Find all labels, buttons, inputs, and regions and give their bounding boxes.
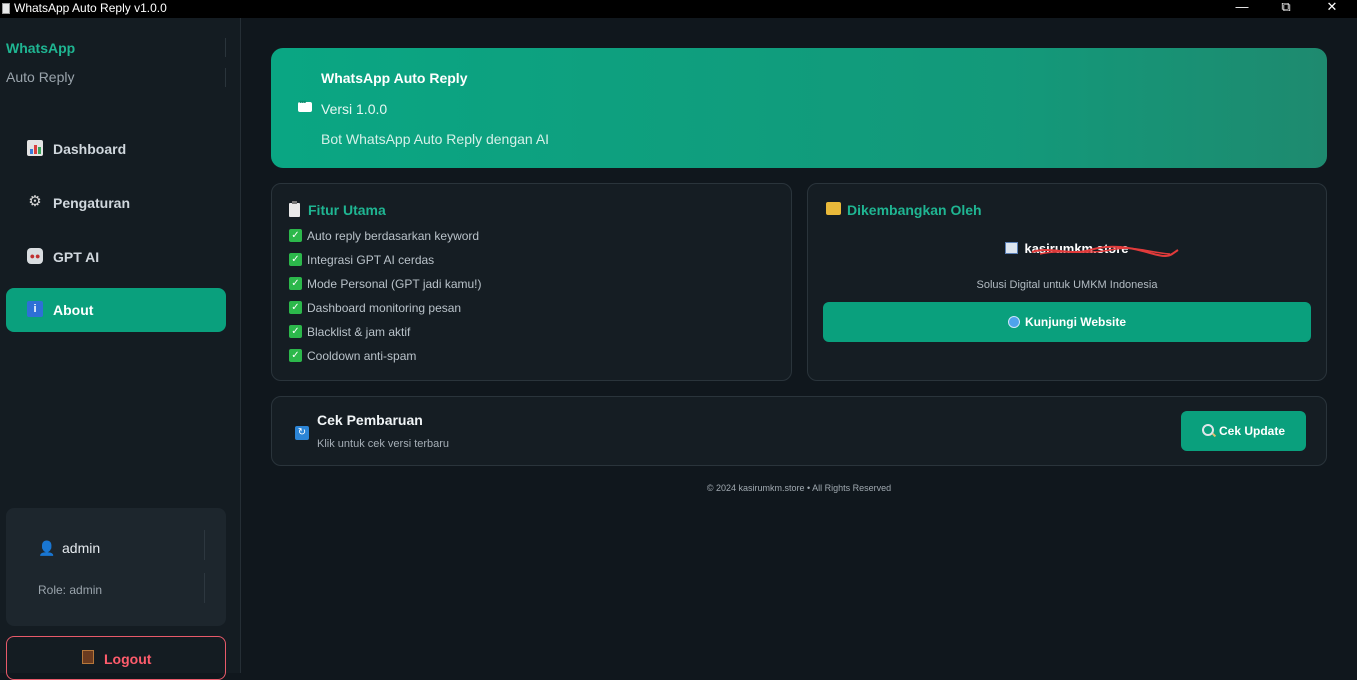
user-card: 👤 admin Role: admin [6,508,226,626]
developer-icon [826,202,841,215]
close-button[interactable]: ✕ [1312,0,1352,18]
divider [204,573,205,603]
check-icon: ✓ [289,325,302,338]
check-icon: ✓ [289,253,302,266]
check-icon: ✓ [289,301,302,314]
update-title: Cek Pembaruan [317,412,423,428]
logout-button[interactable]: Logout [6,636,226,680]
globe-icon [1007,316,1020,328]
features-list: ✓ Auto reply berdasarkan keyword ✓ Integra… [289,228,482,372]
feature-text: Blacklist & jam aktif [307,325,411,339]
user-role: Role: admin [38,583,103,597]
robot-icon: ●● [27,248,43,264]
app-icon [2,3,10,14]
features-card: Fitur Utama ✓ Auto reply berdasarkan keyw… [271,183,792,381]
list-item: ✓ Dashboard monitoring pesan [289,300,482,324]
visit-website-label: Kunjungi Website [1024,315,1127,329]
divider [204,530,205,560]
visit-website-button[interactable]: Kunjungi Website [823,302,1311,342]
app-version: Versi 1.0.0 [321,101,388,117]
logout-label: Logout [104,651,152,667]
app-description: Bot WhatsApp Auto Reply dengan AI [321,131,550,147]
sidebar-item-label: Pengaturan [53,195,131,211]
title-bar: WhatsApp Auto Reply v1.0.0 — ⧉ ✕ [0,0,1357,18]
features-title: Fitur Utama [308,202,386,218]
sidebar-item-label: Dashboard [53,141,127,157]
sidebar: WhatsApp Auto Reply Dashboard ⚙ Pengatur… [0,18,241,680]
user-name: admin [62,540,101,556]
feature-text: Integrasi GPT AI cerdas [307,253,435,267]
developer-tagline: Solusi Digital untuk UMKM Indonesia [976,279,1158,291]
check-update-button[interactable]: Cek Update [1181,411,1306,451]
update-card: ↻ Cek Pembaruan Klik untuk cek versi ter… [271,396,1327,466]
developer-title: Dikembangkan Oleh [847,202,982,218]
check-icon: ✓ [289,277,302,290]
sidebar-item-gpt-ai[interactable]: ●● GPT AI [6,235,226,279]
sidebar-item-label: GPT AI [53,249,100,265]
app-title: WhatsApp Auto Reply [321,70,468,86]
minimize-button[interactable]: — [1222,0,1262,18]
sidebar-item-dashboard[interactable]: Dashboard [6,127,226,171]
check-icon: ✓ [289,229,302,242]
user-icon: 👤 [38,540,56,556]
store-icon [1005,242,1019,254]
update-subtitle: Klik untuk cek versi terbaru [317,438,450,450]
speech-bubble-icon [298,97,312,112]
brand-subtitle: Auto Reply [6,69,75,85]
brand-title: WhatsApp [6,40,76,56]
search-icon [1201,424,1214,436]
feature-text: Cooldown anti-spam [307,349,417,363]
sidebar-item-about[interactable]: i About [6,288,226,332]
list-item: ✓ Integrasi GPT AI cerdas [289,252,482,276]
refresh-icon: ↻ [295,426,309,440]
list-item: ✓ Mode Personal (GPT jadi kamu!) [289,276,482,300]
developer-card: Dikembangkan Oleh kasirumkm.store Solusi… [807,183,1327,381]
maximize-button[interactable]: ⧉ [1266,0,1306,18]
footer-copyright: © 2024 kasirumkm.store • All Rights Rese… [706,483,892,493]
divider [225,38,226,57]
check-update-label: Cek Update [1218,424,1286,438]
feature-text: Auto reply berdasarkan keyword [307,229,480,243]
window-title: WhatsApp Auto Reply v1.0.0 [14,1,167,15]
check-icon: ✓ [289,349,302,362]
list-item: ✓ Cooldown anti-spam [289,348,482,372]
gear-icon: ⚙ [28,193,42,210]
list-item: ✓ Auto reply berdasarkan keyword [289,228,482,252]
info-icon: i [27,301,43,317]
chart-icon [27,140,43,156]
clipboard-icon [289,201,300,217]
sidebar-item-pengaturan[interactable]: ⚙ Pengaturan [6,181,226,225]
feature-text: Mode Personal (GPT jadi kamu!) [307,277,482,291]
app-info-banner: WhatsApp Auto Reply Versi 1.0.0 Bot What… [271,48,1327,168]
door-icon [82,650,94,664]
redaction-scribble [1031,245,1179,258]
list-item: ✓ Blacklist & jam aktif [289,324,482,348]
feature-text: Dashboard monitoring pesan [307,301,462,315]
divider [225,68,226,87]
sidebar-item-label: About [53,302,94,318]
